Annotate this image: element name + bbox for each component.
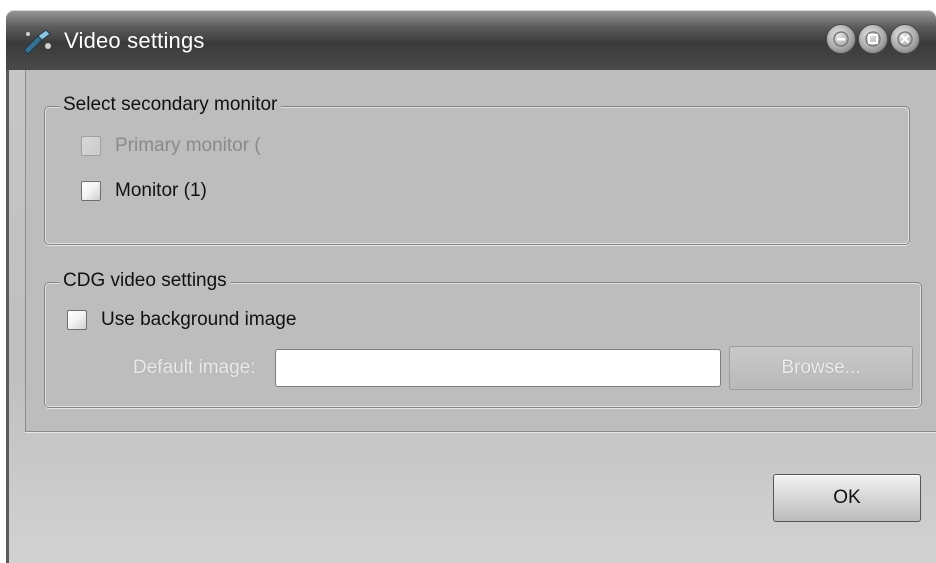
dialog-body: Select secondary monitor Primary monitor…	[6, 70, 936, 563]
primary-monitor-option: Primary monitor (	[81, 135, 261, 157]
video-settings-app-icon	[20, 26, 54, 56]
monitor-1-option[interactable]: Monitor (1)	[81, 180, 207, 202]
use-background-checkbox[interactable]	[67, 310, 87, 330]
close-button[interactable]	[890, 24, 920, 54]
minimize-icon	[833, 31, 849, 47]
title-bar[interactable]: Video settings	[6, 10, 936, 70]
minimize-button[interactable]	[826, 24, 856, 54]
use-background-label[interactable]: Use background image	[101, 309, 296, 331]
ok-button[interactable]: OK	[773, 474, 921, 522]
window-title: Video settings	[64, 28, 205, 53]
primary-monitor-label: Primary monitor (	[115, 135, 261, 156]
cdg-video-settings-group-title: CDG video settings	[59, 270, 231, 292]
settings-panel: Select secondary monitor Primary monitor…	[25, 70, 936, 432]
maximize-icon	[865, 31, 881, 47]
video-settings-window: Video settings Select secondary monitor …	[0, 0, 936, 563]
cdg-video-settings-group: CDG video settings Use background image …	[44, 270, 922, 408]
secondary-monitor-group-title: Select secondary monitor	[59, 94, 282, 116]
browse-button[interactable]: Browse...	[729, 346, 913, 390]
default-image-input[interactable]	[275, 349, 721, 387]
monitor-1-checkbox[interactable]	[81, 181, 101, 201]
close-icon	[897, 31, 913, 47]
use-background-option[interactable]: Use background image	[67, 309, 296, 331]
maximize-button[interactable]	[858, 24, 888, 54]
primary-monitor-checkbox	[81, 136, 101, 156]
default-image-label: Default image:	[133, 357, 256, 378]
monitor-1-label[interactable]: Monitor (1)	[115, 180, 207, 202]
secondary-monitor-group: Select secondary monitor Primary monitor…	[44, 94, 910, 245]
